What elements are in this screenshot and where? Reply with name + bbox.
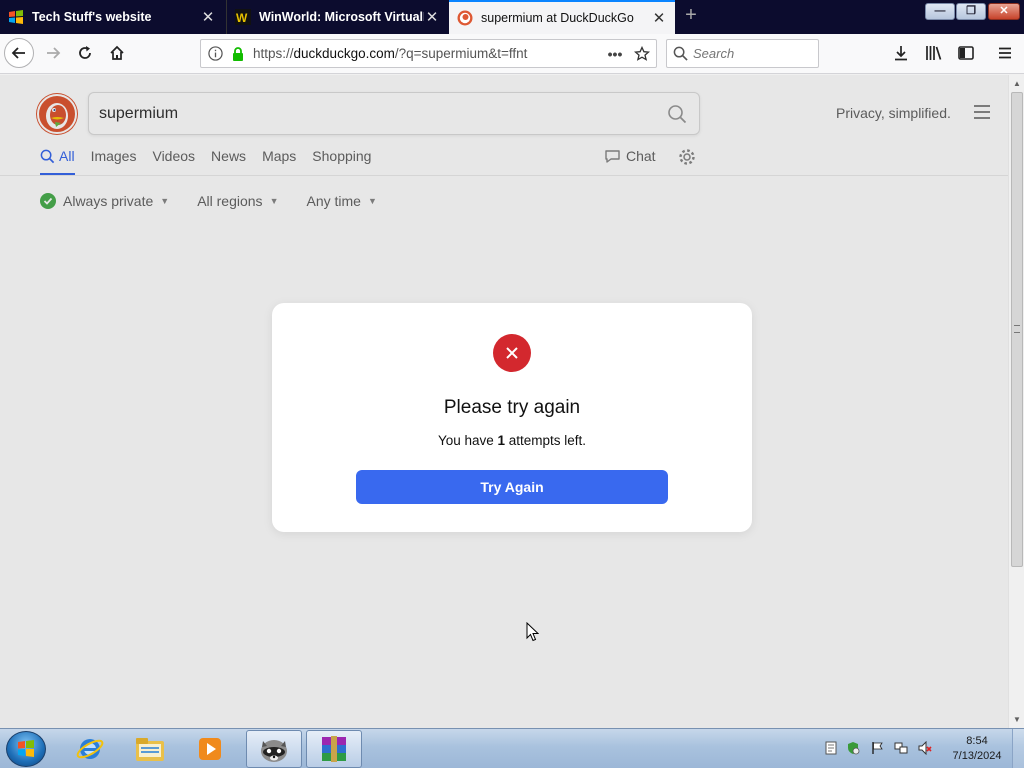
clock-date: 7/13/2024 <box>952 750 1002 762</box>
dialog-message: You have 1 attempts left. <box>272 433 752 448</box>
minimize-button[interactable]: — <box>925 3 955 20</box>
system-clock[interactable]: 8:54 7/13/2024 <box>946 734 1008 764</box>
tab-title: supermium at DuckDuckGo <box>481 11 634 25</box>
arrow-right-icon <box>47 47 61 59</box>
winrar-icon[interactable] <box>306 730 362 768</box>
library-icon <box>926 46 942 60</box>
url-prefix: https:// <box>253 46 294 61</box>
app-menu-button[interactable] <box>995 43 1015 63</box>
downloads-button[interactable] <box>891 43 911 63</box>
tab-title: WinWorld: Microsoft VirtualPC <box>259 10 424 24</box>
reload-button[interactable] <box>70 38 100 68</box>
message-suffix: attempts left. <box>505 433 587 448</box>
sidebar-button[interactable] <box>956 43 976 63</box>
start-button[interactable] <box>6 731 46 767</box>
search-icon <box>667 46 693 61</box>
svg-text:W: W <box>236 11 248 25</box>
search-input[interactable] <box>693 46 803 61</box>
close-window-button[interactable]: ✕ <box>988 3 1020 20</box>
winworld-icon: W <box>235 9 251 25</box>
tab-close-icon[interactable]: ✕ <box>424 8 440 26</box>
library-button[interactable] <box>924 43 944 63</box>
internet-explorer-icon[interactable] <box>62 730 118 768</box>
url-path: /?q=supermium&t=ffnt <box>394 46 528 61</box>
windows-flag-icon <box>9 10 23 24</box>
taskbar: 8:54 7/13/2024 <box>0 728 1024 768</box>
scroll-up-icon[interactable]: ▲ <box>1012 79 1022 88</box>
try-again-button[interactable]: Try Again <box>356 470 668 504</box>
tab-close-icon[interactable]: ✕ <box>200 8 216 26</box>
error-x-icon <box>493 334 531 372</box>
lock-icon[interactable] <box>229 46 247 61</box>
download-icon <box>895 46 907 61</box>
back-button[interactable] <box>4 38 34 68</box>
security-shield-icon[interactable] <box>846 741 860 755</box>
dialog-title: Please try again <box>443 397 581 418</box>
hamburger-icon <box>999 47 1011 59</box>
arrow-left-icon <box>11 47 25 59</box>
bookmark-star-icon[interactable] <box>628 45 656 62</box>
scrollbar-thumb[interactable] <box>1011 92 1023 567</box>
home-icon <box>110 45 124 60</box>
flag-icon[interactable] <box>870 741 884 755</box>
file-explorer-icon[interactable] <box>122 730 178 768</box>
windows-logo-icon <box>18 740 34 757</box>
volume-muted-icon[interactable] <box>918 741 932 755</box>
search-bar[interactable] <box>666 39 819 68</box>
tab-winworld[interactable]: W WinWorld: Microsoft VirtualPC ✕ <box>226 0 448 34</box>
maximize-button[interactable]: ❐ <box>956 3 986 20</box>
tab-close-icon[interactable]: ✕ <box>651 9 667 27</box>
tab-strip: Tech Stuff's website ✕ W WinWorld: Micro… <box>0 0 1024 34</box>
message-prefix: You have <box>437 433 498 448</box>
attempts-count: 1 <box>497 433 506 448</box>
reload-icon <box>79 46 91 59</box>
raccoon-app-icon[interactable] <box>246 730 302 768</box>
tab-tech-stuff[interactable]: Tech Stuff's website ✕ <box>0 0 224 34</box>
clock-time: 8:54 <box>966 735 988 747</box>
url-domain: duckduckgo.com <box>293 46 395 61</box>
show-desktop-button[interactable] <box>1012 729 1024 768</box>
vertical-scrollbar[interactable]: ▲ ▼ <box>1008 75 1024 728</box>
system-tray <box>820 729 950 768</box>
error-dialog: Please try again You have 1 attempts lef… <box>272 303 752 532</box>
url-bar[interactable]: https://duckduckgo.com/?q=supermium&t=ff… <box>200 39 657 68</box>
new-tab-button[interactable]: + <box>680 4 702 28</box>
tab-title: Tech Stuff's website <box>32 10 152 24</box>
navigation-toolbar: https://duckduckgo.com/?q=supermium&t=ff… <box>0 34 1024 74</box>
home-button[interactable] <box>102 38 132 68</box>
duckduckgo-icon <box>457 10 473 26</box>
page-content: supermium Privacy, simplified. All Image… <box>0 75 1008 728</box>
mouse-cursor-icon <box>526 622 539 642</box>
page-actions-icon[interactable]: ••• <box>602 46 628 62</box>
scroll-down-icon[interactable]: ▼ <box>1012 715 1022 724</box>
info-icon[interactable] <box>201 46 229 61</box>
tab-duckduckgo[interactable]: supermium at DuckDuckGo ✕ <box>449 0 675 34</box>
forward-button[interactable] <box>38 38 68 68</box>
action-center-icon[interactable] <box>824 741 838 755</box>
url-text[interactable]: https://duckduckgo.com/?q=supermium&t=ff… <box>247 46 602 61</box>
sidebar-icon <box>958 46 974 60</box>
network-icon[interactable] <box>894 741 908 755</box>
media-player-icon[interactable] <box>182 730 238 768</box>
